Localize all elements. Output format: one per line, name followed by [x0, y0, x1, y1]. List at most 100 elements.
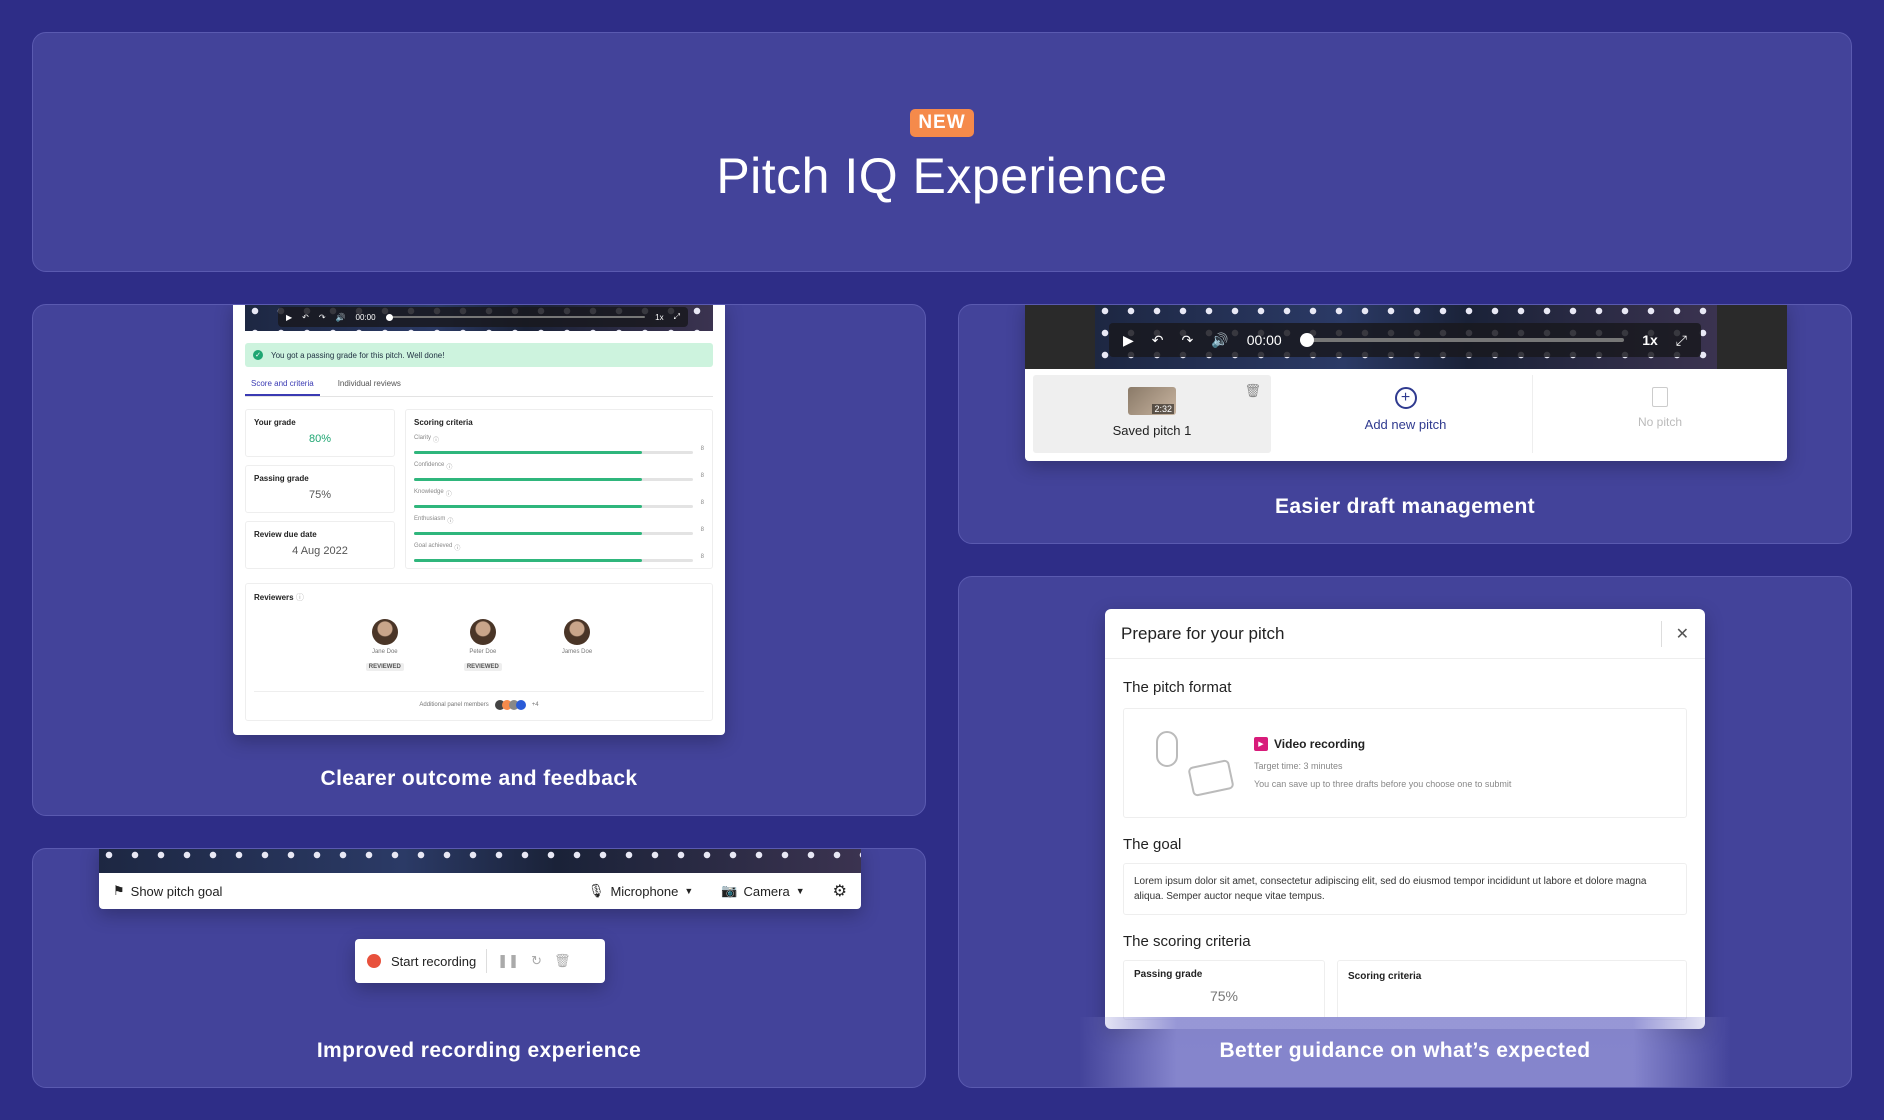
camera-label: Camera [743, 883, 790, 899]
microphone-select[interactable]: 🎙 Microphone ▼ [588, 883, 693, 899]
tab-individual-reviews[interactable]: Individual reviews [338, 379, 401, 396]
reviewer-name: Peter Doe [469, 649, 497, 655]
record-dot-icon [367, 954, 381, 968]
criteria-row: Goal achieved ⓘ 8 [414, 543, 704, 562]
reviewer-list: Jane Doe REVIEWED Peter Doe REVIEWED James D… [254, 619, 704, 673]
criteria-name: Knowledge [414, 489, 444, 495]
criteria-row: Knowledge ⓘ 8 [414, 489, 704, 508]
criteria-name: Enthusiasm [414, 516, 446, 522]
rewind-icon[interactable]: ↶ [1152, 332, 1164, 349]
reviewer: James Doe [562, 619, 592, 673]
your-grade-label: Your grade [254, 418, 296, 427]
trash-icon[interactable]: 🗑 [1244, 383, 1261, 399]
recording-panel: ⚑ Show pitch goal 🎙 Microphone ▼ 📷 Camer… [32, 848, 926, 1088]
record-controls: Start recording ❚❚ ↻ 🗑 [355, 939, 605, 983]
criteria-fill [414, 532, 643, 535]
scoring-criteria-card: Scoring criteria Clarity ⓘ 8 Confidence ⓘ 8 Kn… [405, 409, 713, 569]
criteria-row: Confidence ⓘ 8 [414, 462, 704, 481]
your-grade-card: Your grade 80% [245, 409, 395, 457]
draft-label: Saved pitch 1 [1112, 423, 1192, 438]
scoring-criteria-label: Scoring criteria [1348, 971, 1422, 982]
gear-icon[interactable]: ⚙ [833, 881, 847, 901]
start-recording-button[interactable]: Start recording [367, 954, 476, 969]
draft-panel: ▶ ↶ ↷ 🔊 00:00 1x ⤢ 2:32 Saved pitch 1 🗑 … [958, 304, 1852, 544]
goal-text: Lorem ipsum dolor sit amet, consectetur … [1123, 863, 1687, 915]
trash-icon[interactable]: 🗑 [554, 953, 571, 969]
speed-label[interactable]: 1x [655, 313, 663, 322]
close-icon[interactable]: ✕ [1676, 624, 1689, 644]
video-time: 00:00 [1246, 332, 1282, 348]
reviewer-name: Jane Doe [371, 649, 398, 655]
criteria-bar [414, 451, 693, 454]
tab-score-and-criteria[interactable]: Score and criteria [245, 379, 320, 396]
speed-label[interactable]: 1x [1642, 332, 1658, 348]
format-type: ▶ Video recording [1254, 737, 1511, 751]
passing-grade-label: Passing grade [254, 474, 309, 483]
camera-select[interactable]: 📷 Camera ▼ [721, 883, 804, 899]
target-time: Target time: 3 minutes [1254, 761, 1343, 771]
criteria-bar [414, 478, 693, 481]
fullscreen-icon[interactable]: ⤢ [674, 312, 680, 322]
recording-caption: Improved recording experience [316, 1039, 642, 1062]
feedback-caption: Clearer outcome and feedback [320, 767, 638, 790]
show-pitch-goal-button[interactable]: ⚑ Show pitch goal [113, 883, 222, 899]
feedback-panel: ▶ ↶ ↷ 🔊 00:00 1x ⤢ ✓ You got a passing g… [32, 304, 926, 816]
criteria-fill [414, 559, 643, 562]
add-new-pitch-label: Add new pitch [1364, 417, 1447, 432]
draft-caption: Easier draft management [1274, 495, 1536, 518]
recorder-toolbar: ⚑ Show pitch goal 🎙 Microphone ▼ 📷 Camer… [99, 873, 861, 909]
forward-icon[interactable]: ↷ [1182, 332, 1194, 349]
pause-icon[interactable]: ❚❚ [497, 953, 519, 969]
passing-grade-value: 75% [1209, 988, 1239, 1004]
video-controls: ▶ ↶ ↷ 🔊 00:00 1x ⤢ [1109, 323, 1701, 357]
video-thumbnail [99, 849, 861, 873]
prepare-modal: Prepare for your pitch ✕ The pitch forma… [1105, 609, 1705, 1029]
reviewer: Jane Doe REVIEWED [365, 619, 404, 673]
info-icon: ⓘ [295, 593, 304, 602]
criteria-bar [414, 559, 693, 562]
draft-slot-add[interactable]: + Add new pitch [1279, 375, 1533, 453]
recording-illustration-icon [1150, 725, 1235, 801]
avatar [469, 619, 496, 645]
criteria-score: 8 [700, 527, 704, 533]
additional-label: Additional panel members [419, 702, 489, 708]
guidance-panel: Prepare for your pitch ✕ The pitch forma… [958, 576, 1852, 1088]
draft-slot-saved[interactable]: 2:32 Saved pitch 1 🗑 [1033, 375, 1271, 453]
criteria-score: 8 [700, 446, 704, 452]
check-icon: ✓ [253, 350, 263, 360]
criteria-name: Goal achieved [414, 543, 453, 549]
flag-icon: ⚑ [113, 883, 125, 898]
criteria-score: 8 [700, 473, 704, 479]
passing-grade-card: Passing grade 75% [245, 465, 395, 513]
criteria-row: Enthusiasm ⓘ 8 [414, 516, 704, 535]
criteria-row: Clarity ⓘ 8 [414, 435, 704, 454]
reviewers-card: Reviewers ⓘ Jane Doe REVIEWED Peter Doe REV… [245, 583, 713, 721]
avatar [564, 619, 590, 645]
feedback-card: ▶ ↶ ↷ 🔊 00:00 1x ⤢ ✓ You got a passing g… [233, 305, 725, 735]
draft-slot-empty: No pitch [1533, 375, 1787, 453]
passing-grade-value: 75% [308, 489, 332, 501]
no-pitch-label: No pitch [1637, 415, 1683, 429]
guidance-caption: Better guidance on what’s expected [1219, 1039, 1591, 1062]
restart-icon[interactable]: ↻ [531, 953, 542, 969]
rewind-icon[interactable]: ↶ [302, 313, 309, 322]
fullscreen-icon[interactable]: ⤢ [1676, 332, 1687, 349]
criteria-list: Clarity ⓘ 8 Confidence ⓘ 8 Knowledge ⓘ 8 Enthusia… [414, 435, 704, 562]
volume-icon[interactable]: 🔊 [1211, 332, 1228, 349]
criteria-name: Confidence [414, 462, 445, 468]
reviewer-name: James Doe [561, 649, 593, 655]
seek-bar[interactable] [1299, 333, 1625, 347]
forward-icon[interactable]: ↷ [319, 313, 326, 322]
seek-bar[interactable] [385, 313, 646, 321]
volume-icon[interactable]: 🔊 [336, 313, 346, 322]
chevron-down-icon: ▼ [795, 886, 805, 896]
tabs: Score and criteria Individual reviews [245, 379, 713, 397]
review-due-label: Review due date [254, 530, 317, 539]
criteria-bar [414, 505, 693, 508]
format-details: ▶ Video recording Target time: 3 minutes… [1254, 737, 1511, 789]
modal-header: Prepare for your pitch ✕ [1105, 609, 1705, 659]
criteria-name: Clarity [414, 435, 432, 441]
play-icon[interactable]: ▶ [1123, 332, 1134, 349]
review-due-card: Review due date 4 Aug 2022 [245, 521, 395, 569]
play-icon[interactable]: ▶ [286, 313, 292, 322]
